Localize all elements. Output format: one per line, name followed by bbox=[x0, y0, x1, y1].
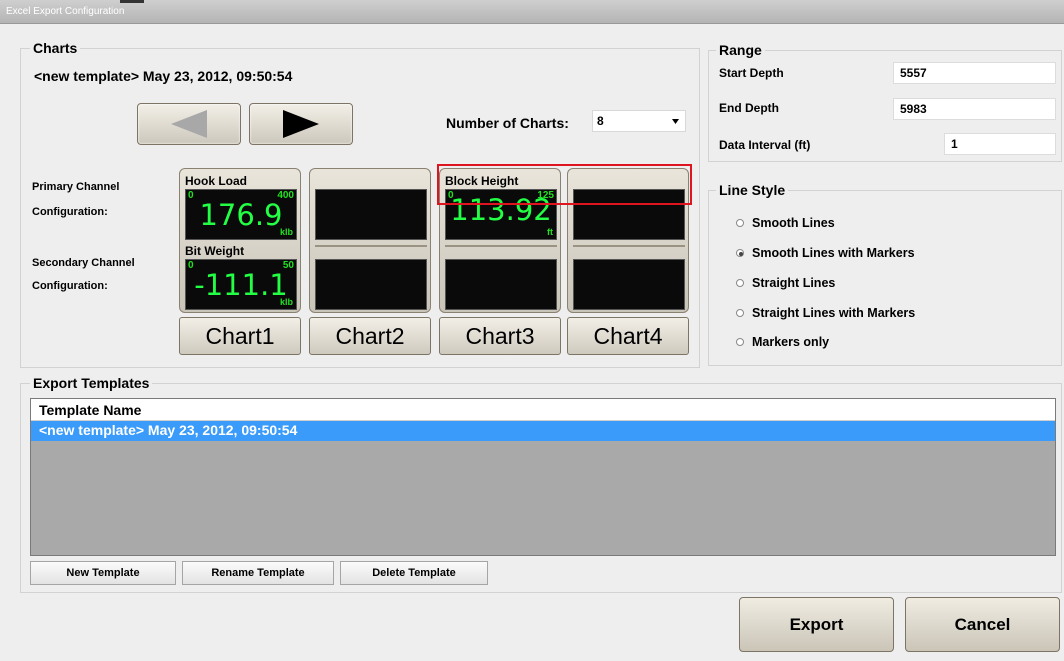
radio-button[interactable] bbox=[736, 338, 744, 346]
column-header-template-name[interactable]: Template Name bbox=[31, 399, 1055, 421]
radio-straight-lines[interactable]: Straight Lines bbox=[736, 276, 835, 290]
primary-channel-display[interactable] bbox=[315, 189, 427, 240]
gauge-divider bbox=[315, 245, 427, 247]
radio-label: Smooth Lines with Markers bbox=[752, 246, 915, 260]
data-interval-input[interactable]: 1 bbox=[944, 133, 1056, 155]
current-template-label: <new template> May 23, 2012, 09:50:54 bbox=[34, 68, 293, 84]
start-depth-input[interactable]: 5557 bbox=[893, 62, 1056, 84]
number-of-charts-label: Number of Charts: bbox=[446, 115, 569, 131]
chevron-down-icon bbox=[672, 119, 679, 124]
gauge-divider bbox=[445, 245, 557, 247]
channel-unit: klb bbox=[279, 297, 293, 307]
export-templates-group-title: Export Templates bbox=[30, 375, 153, 391]
radio-straight-lines-with-markers[interactable]: Straight Lines with Markers bbox=[736, 306, 915, 320]
templates-list[interactable]: Template Name <new template> May 23, 201… bbox=[30, 398, 1056, 556]
new-template-button[interactable]: New Template bbox=[30, 561, 176, 585]
channel-unit: ft bbox=[547, 227, 553, 237]
radio-label: Smooth Lines bbox=[752, 216, 835, 230]
radio-markers-only[interactable]: Markers only bbox=[736, 335, 829, 349]
radio-label: Straight Lines with Markers bbox=[752, 306, 916, 320]
delete-template-button[interactable]: Delete Template bbox=[340, 561, 488, 585]
radio-button[interactable] bbox=[736, 219, 744, 227]
secondary-channel-label-line2: Configuration: bbox=[32, 280, 108, 292]
primary-channel-name: Hook Load bbox=[185, 174, 247, 188]
highlight-box bbox=[437, 164, 692, 205]
list-item[interactable]: <new template> May 23, 2012, 09:50:54 bbox=[31, 421, 1055, 441]
primary-channel-label-line2: Configuration: bbox=[32, 206, 108, 218]
title-bar: Excel Export Configuration bbox=[0, 0, 1064, 24]
data-interval-label: Data Interval (ft) bbox=[719, 138, 811, 152]
chart1-button[interactable]: Chart1 bbox=[179, 317, 301, 355]
end-depth-label: End Depth bbox=[719, 101, 779, 115]
secondary-channel-display[interactable] bbox=[315, 259, 427, 310]
secondary-channel-display[interactable] bbox=[573, 259, 685, 310]
line-style-group-title: Line Style bbox=[716, 182, 789, 198]
next-chart-button[interactable] bbox=[249, 103, 353, 145]
channel-unit: klb bbox=[279, 227, 293, 237]
arrow-left-icon bbox=[171, 110, 207, 138]
radio-button-selected[interactable] bbox=[736, 249, 744, 257]
radio-button[interactable] bbox=[736, 309, 744, 317]
secondary-channel-name: Bit Weight bbox=[185, 244, 245, 258]
radio-smooth-lines[interactable]: Smooth Lines bbox=[736, 216, 835, 230]
arrow-right-icon bbox=[283, 110, 319, 138]
chart2-gauge[interactable] bbox=[309, 168, 431, 313]
radio-button[interactable] bbox=[736, 279, 744, 287]
chart1-gauge[interactable]: Hook Load 0 400 176.9 klb Bit Weight 0 5… bbox=[179, 168, 301, 313]
range-group-title: Range bbox=[716, 42, 765, 58]
chart4-button[interactable]: Chart4 bbox=[567, 317, 689, 355]
number-of-charts-dropdown[interactable]: 8 bbox=[592, 110, 686, 132]
export-button[interactable]: Export bbox=[739, 597, 894, 652]
radio-label: Straight Lines bbox=[752, 276, 836, 290]
secondary-channel-display[interactable] bbox=[445, 259, 557, 310]
chart3-button[interactable]: Chart3 bbox=[439, 317, 561, 355]
number-of-charts-value: 8 bbox=[597, 114, 604, 128]
chart2-button[interactable]: Chart2 bbox=[309, 317, 431, 355]
charts-group-title: Charts bbox=[30, 40, 81, 56]
end-depth-input[interactable]: 5983 bbox=[893, 98, 1056, 120]
radio-smooth-lines-with-markers[interactable]: Smooth Lines with Markers bbox=[736, 246, 915, 260]
primary-channel-label-line1: Primary Channel bbox=[32, 181, 120, 193]
start-depth-label: Start Depth bbox=[719, 66, 784, 80]
previous-chart-button[interactable] bbox=[137, 103, 241, 145]
rename-template-button[interactable]: Rename Template bbox=[182, 561, 334, 585]
title-bar-mark bbox=[120, 0, 144, 3]
window-title: Excel Export Configuration bbox=[6, 6, 125, 17]
gauge-divider bbox=[573, 245, 685, 247]
cancel-button[interactable]: Cancel bbox=[905, 597, 1060, 652]
secondary-channel-label-line1: Secondary Channel bbox=[32, 257, 135, 269]
radio-label: Markers only bbox=[752, 335, 830, 349]
primary-channel-display[interactable]: 0 400 176.9 klb bbox=[185, 189, 297, 240]
secondary-channel-display[interactable]: 0 50 -111.1 klb bbox=[185, 259, 297, 310]
